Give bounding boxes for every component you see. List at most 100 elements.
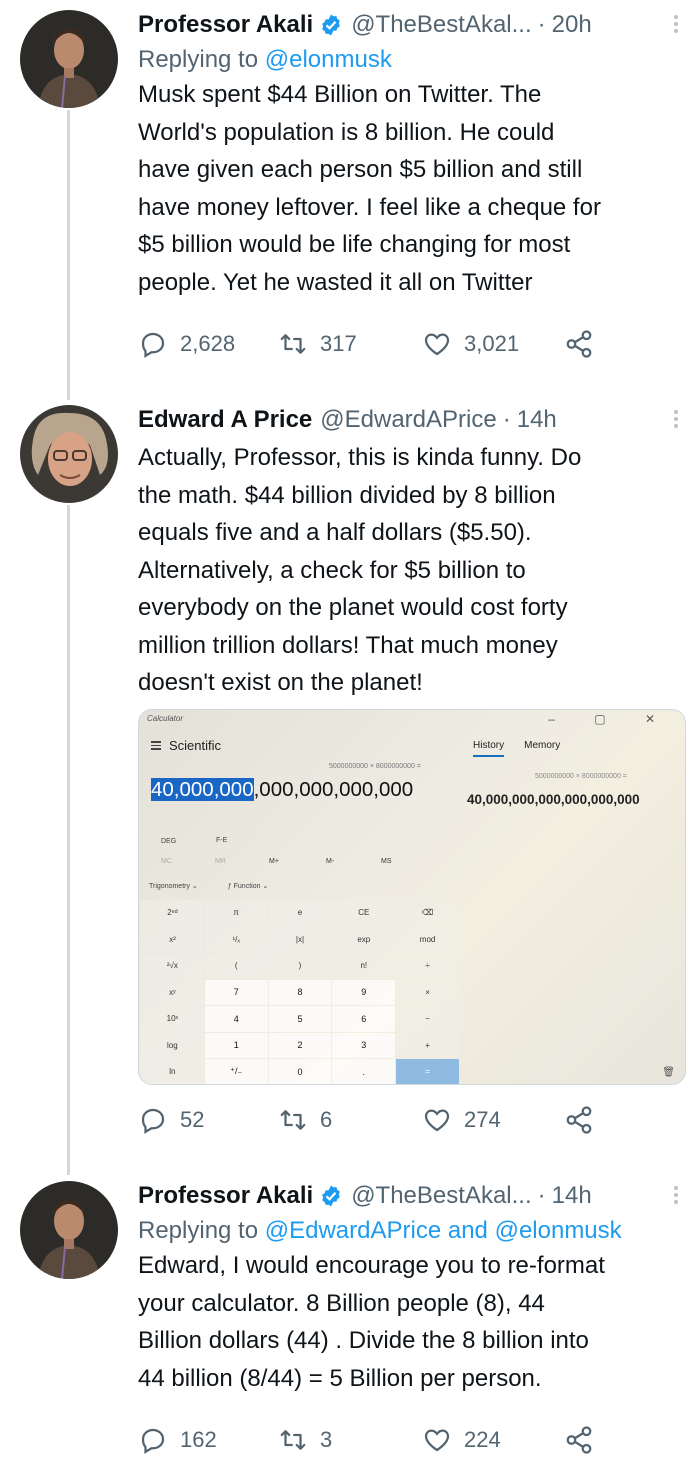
- like-count: 224: [464, 1427, 501, 1452]
- result-rest: ,000,000,000,000: [253, 778, 414, 801]
- trigonometry-dropdown: Trigonometry ⌄: [149, 883, 198, 890]
- reply-button[interactable]: 162: [138, 1425, 217, 1455]
- fe-label: F-E: [216, 837, 228, 844]
- retweet-button[interactable]: 3: [278, 1425, 332, 1455]
- history-expression: 5000000000 × 8000000000 =: [535, 773, 627, 780]
- calculator-key: (: [204, 953, 268, 979]
- calculator-key: =: [396, 1059, 459, 1084]
- mention-link[interactable]: @elonmusk: [495, 1217, 622, 1244]
- calculator-title: Calculator: [147, 714, 184, 723]
- share-button[interactable]: [564, 329, 606, 359]
- timestamp[interactable]: 20h: [552, 11, 592, 39]
- calculator-key: ): [268, 953, 332, 979]
- calculator-key: ⌫: [396, 900, 459, 926]
- calculator-keypad: 2ⁿᵈ π e CE ⌫ x² ¹/ₓ |x| exp mod ²√x() n! ÷ xʸ 7 8 9 × 10ˣ 4…: [141, 900, 459, 1084]
- calculator-key: n!: [332, 953, 396, 979]
- reply-icon: [141, 1108, 165, 1134]
- verified-badge-icon: [322, 1185, 340, 1207]
- calculator-key: 5: [268, 1006, 332, 1032]
- avatar[interactable]: [20, 10, 118, 108]
- memory-key: M+: [269, 858, 279, 865]
- calculator-key: ÷: [396, 953, 459, 979]
- share-button[interactable]: [564, 1105, 606, 1135]
- reply-button[interactable]: 52: [138, 1105, 204, 1135]
- calculator-key: 2ⁿᵈ: [141, 900, 204, 926]
- retweet-icon: [280, 334, 306, 354]
- hamburger-icon: [151, 739, 161, 752]
- calculator-key: 0: [268, 1059, 332, 1084]
- more-options-icon[interactable]: [674, 407, 682, 431]
- calculator-mode: Scientific: [151, 738, 221, 753]
- result-selected: 40,000,000: [151, 778, 254, 801]
- author-handle[interactable]: @TheBestAkal...: [351, 1182, 531, 1210]
- history-result: 40,000,000,000,000,000,000: [467, 792, 640, 807]
- mode-label: Scientific: [169, 738, 222, 753]
- author-handle[interactable]: @EdwardAPrice: [320, 406, 496, 434]
- avatar[interactable]: [20, 405, 118, 503]
- reply-icon: [141, 332, 165, 358]
- tweet[interactable]: Professor Akali @TheBestAkal... · 14h Re…: [0, 1176, 700, 1472]
- timestamp[interactable]: 14h: [552, 1182, 592, 1210]
- author-name[interactable]: Professor Akali: [138, 11, 313, 39]
- tab-memory: Memory: [524, 740, 561, 751]
- heart-icon: [424, 1109, 450, 1132]
- calculator-key: ¹/ₓ: [204, 926, 268, 952]
- retweet-count: 6: [320, 1107, 333, 1132]
- attached-image-calculator[interactable]: Calculator – ▢ ✕ Scientific History Memo…: [138, 709, 686, 1085]
- calculator-key: π: [204, 900, 268, 926]
- mention-link[interactable]: @EdwardAPrice: [265, 1217, 441, 1244]
- replying-and: and: [447, 1217, 488, 1244]
- like-button[interactable]: 224: [422, 1425, 501, 1455]
- reply-count: 52: [180, 1107, 205, 1132]
- separator-dot: ·: [502, 406, 511, 433]
- replying-prefix: Replying to: [138, 1217, 259, 1244]
- more-options-icon[interactable]: [674, 1183, 682, 1207]
- share-button[interactable]: [564, 1425, 606, 1455]
- separator-dot: ·: [537, 1182, 546, 1209]
- avatar[interactable]: [20, 1181, 118, 1279]
- reply-button[interactable]: 2,628: [138, 329, 235, 359]
- retweet-icon: [280, 1110, 306, 1130]
- calculator-key: exp: [332, 926, 396, 952]
- separator-dot: ·: [537, 11, 546, 38]
- reply-count: 2,628: [180, 331, 236, 356]
- calculator-key: log: [141, 1032, 204, 1058]
- retweet-button[interactable]: 317: [278, 329, 357, 359]
- author-name[interactable]: Professor Akali: [138, 1182, 313, 1210]
- timestamp[interactable]: 14h: [517, 406, 557, 434]
- retweet-count: 317: [320, 331, 357, 356]
- calculator-key: mod: [396, 926, 459, 952]
- like-count: 274: [464, 1107, 501, 1132]
- share-icon: [566, 1426, 592, 1454]
- share-icon: [566, 1106, 592, 1134]
- calculator-key: e: [268, 900, 332, 926]
- calculator-key: .: [332, 1059, 396, 1084]
- mention-link[interactable]: @elonmusk: [265, 46, 392, 73]
- replying-prefix: Replying to: [138, 46, 259, 73]
- reply-count: 162: [180, 1427, 217, 1452]
- calculator-key: −: [396, 1006, 459, 1032]
- replying-to: Replying to @EdwardAPrice and @elonmusk: [138, 1217, 682, 1245]
- calculator-key: CE: [332, 900, 396, 926]
- author-name[interactable]: Edward A Price: [138, 406, 312, 434]
- author-handle[interactable]: @TheBestAkal...: [351, 11, 531, 39]
- like-count: 3,021: [464, 331, 520, 356]
- calculator-tabs: History Memory: [473, 740, 560, 757]
- tweet-text: Edward, I would encourage you to re-form…: [138, 1252, 605, 1392]
- like-button[interactable]: 3,021: [422, 329, 519, 359]
- calculator-key: ²√x: [141, 953, 204, 979]
- calculator-key: 6: [332, 1006, 396, 1032]
- calculator-key: 1: [204, 1032, 268, 1058]
- tweet[interactable]: Professor Akali @TheBestAkal... · 20h Re…: [0, 0, 700, 380]
- replying-to: Replying to @elonmusk: [138, 46, 682, 74]
- retweet-icon: [280, 1430, 306, 1450]
- calculator-key: ×: [396, 979, 459, 1005]
- calculator-key: 3: [332, 1032, 396, 1058]
- retweet-button[interactable]: 6: [278, 1105, 332, 1135]
- function-dropdown: ƒ Function ⌄: [227, 883, 269, 890]
- memory-key: M-: [326, 858, 335, 865]
- tweet-text: Actually, Professor, this is kinda funny…: [138, 444, 582, 696]
- heart-icon: [424, 333, 450, 356]
- more-options-icon[interactable]: [674, 12, 682, 36]
- like-button[interactable]: 274: [422, 1105, 501, 1135]
